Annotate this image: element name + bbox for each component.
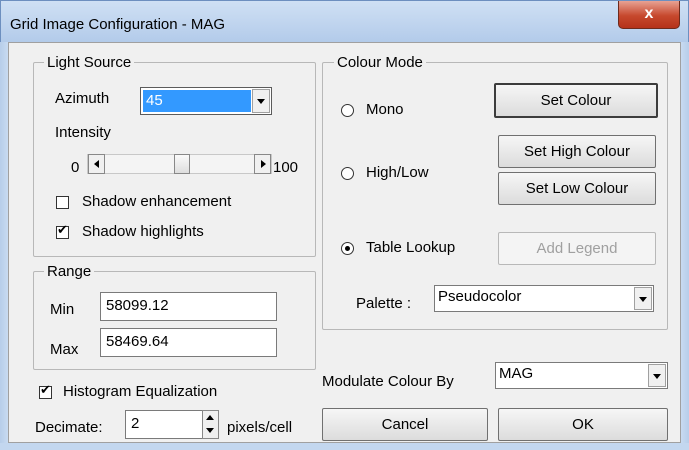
palette-combobox[interactable]: Pseudocolor [434, 285, 654, 312]
set-low-colour-button[interactable]: Set Low Colour [498, 172, 656, 205]
intensity-increase-button[interactable] [254, 154, 271, 174]
min-input[interactable]: 58099.12 [100, 292, 277, 321]
palette-value: Pseudocolor [438, 288, 522, 305]
window-frame-left [0, 42, 8, 450]
shadow-enhancement-label[interactable]: Shadow enhancement [82, 193, 231, 210]
decimate-spinner[interactable] [202, 410, 219, 439]
modulate-dropdown-arrow-icon[interactable] [648, 364, 666, 387]
decimate-unit-label: pixels/cell [227, 419, 293, 436]
table-lookup-label[interactable]: Table Lookup [366, 239, 455, 256]
azimuth-dropdown-arrow-icon[interactable] [252, 89, 270, 113]
ok-button[interactable]: OK [498, 408, 668, 441]
add-legend-button[interactable]: Add Legend [498, 232, 656, 265]
set-colour-button[interactable]: Set Colour [494, 83, 658, 118]
title-bar[interactable]: Grid Image Configuration - MAG x [0, 0, 689, 42]
decimate-input[interactable]: 2 [125, 410, 205, 439]
close-button[interactable]: x [618, 1, 680, 29]
decimate-label: Decimate: [35, 419, 103, 436]
dialog-window: Grid Image Configuration - MAG x Light S… [0, 0, 689, 450]
modulate-colour-by-label: Modulate Colour By [322, 373, 454, 390]
shadow-enhancement-checkbox[interactable] [56, 196, 69, 209]
max-label: Max [50, 341, 79, 358]
high-low-radio[interactable] [341, 167, 354, 180]
intensity-max-label: 100 [273, 159, 299, 176]
intensity-label: Intensity [55, 124, 111, 141]
range-group-title: Range [44, 263, 95, 280]
intensity-slider[interactable] [87, 154, 272, 174]
decimate-down-icon[interactable] [206, 428, 214, 433]
histogram-equalization-label[interactable]: Histogram Equalization [63, 383, 217, 400]
arrow-right-icon [261, 160, 266, 168]
mono-label[interactable]: Mono [366, 101, 404, 118]
intensity-min-label: 0 [71, 159, 80, 176]
min-label: Min [50, 301, 75, 318]
shadow-highlights-checkbox[interactable] [56, 223, 69, 239]
modulate-colour-value: MAG [499, 365, 534, 382]
mono-radio[interactable] [341, 104, 354, 117]
table-lookup-radio[interactable] [341, 242, 354, 255]
intensity-slider-thumb[interactable] [174, 154, 190, 174]
histogram-equalization-checkbox[interactable] [39, 383, 52, 399]
modulate-colour-combobox[interactable]: MAG [495, 362, 668, 389]
set-high-colour-button[interactable]: Set High Colour [498, 135, 656, 168]
window-title: Grid Image Configuration - MAG [10, 16, 226, 33]
intensity-decrease-button[interactable] [88, 154, 105, 174]
window-frame-right [681, 42, 689, 450]
decimate-up-icon[interactable] [206, 415, 214, 420]
palette-label: Palette : [356, 295, 412, 312]
colour-mode-group-title: Colour Mode [334, 54, 426, 71]
azimuth-label: Azimuth [55, 90, 110, 107]
azimuth-value: 45 [146, 92, 163, 109]
arrow-left-icon [94, 160, 99, 168]
window-frame-bottom [0, 443, 689, 450]
cancel-button[interactable]: Cancel [322, 408, 488, 441]
high-low-label[interactable]: High/Low [366, 164, 429, 181]
light-source-group-title: Light Source [44, 54, 135, 71]
azimuth-combobox[interactable]: 45 [140, 87, 272, 115]
max-input[interactable]: 58469.64 [100, 328, 277, 357]
palette-dropdown-arrow-icon[interactable] [634, 287, 652, 310]
shadow-highlights-label[interactable]: Shadow highlights [82, 223, 204, 240]
